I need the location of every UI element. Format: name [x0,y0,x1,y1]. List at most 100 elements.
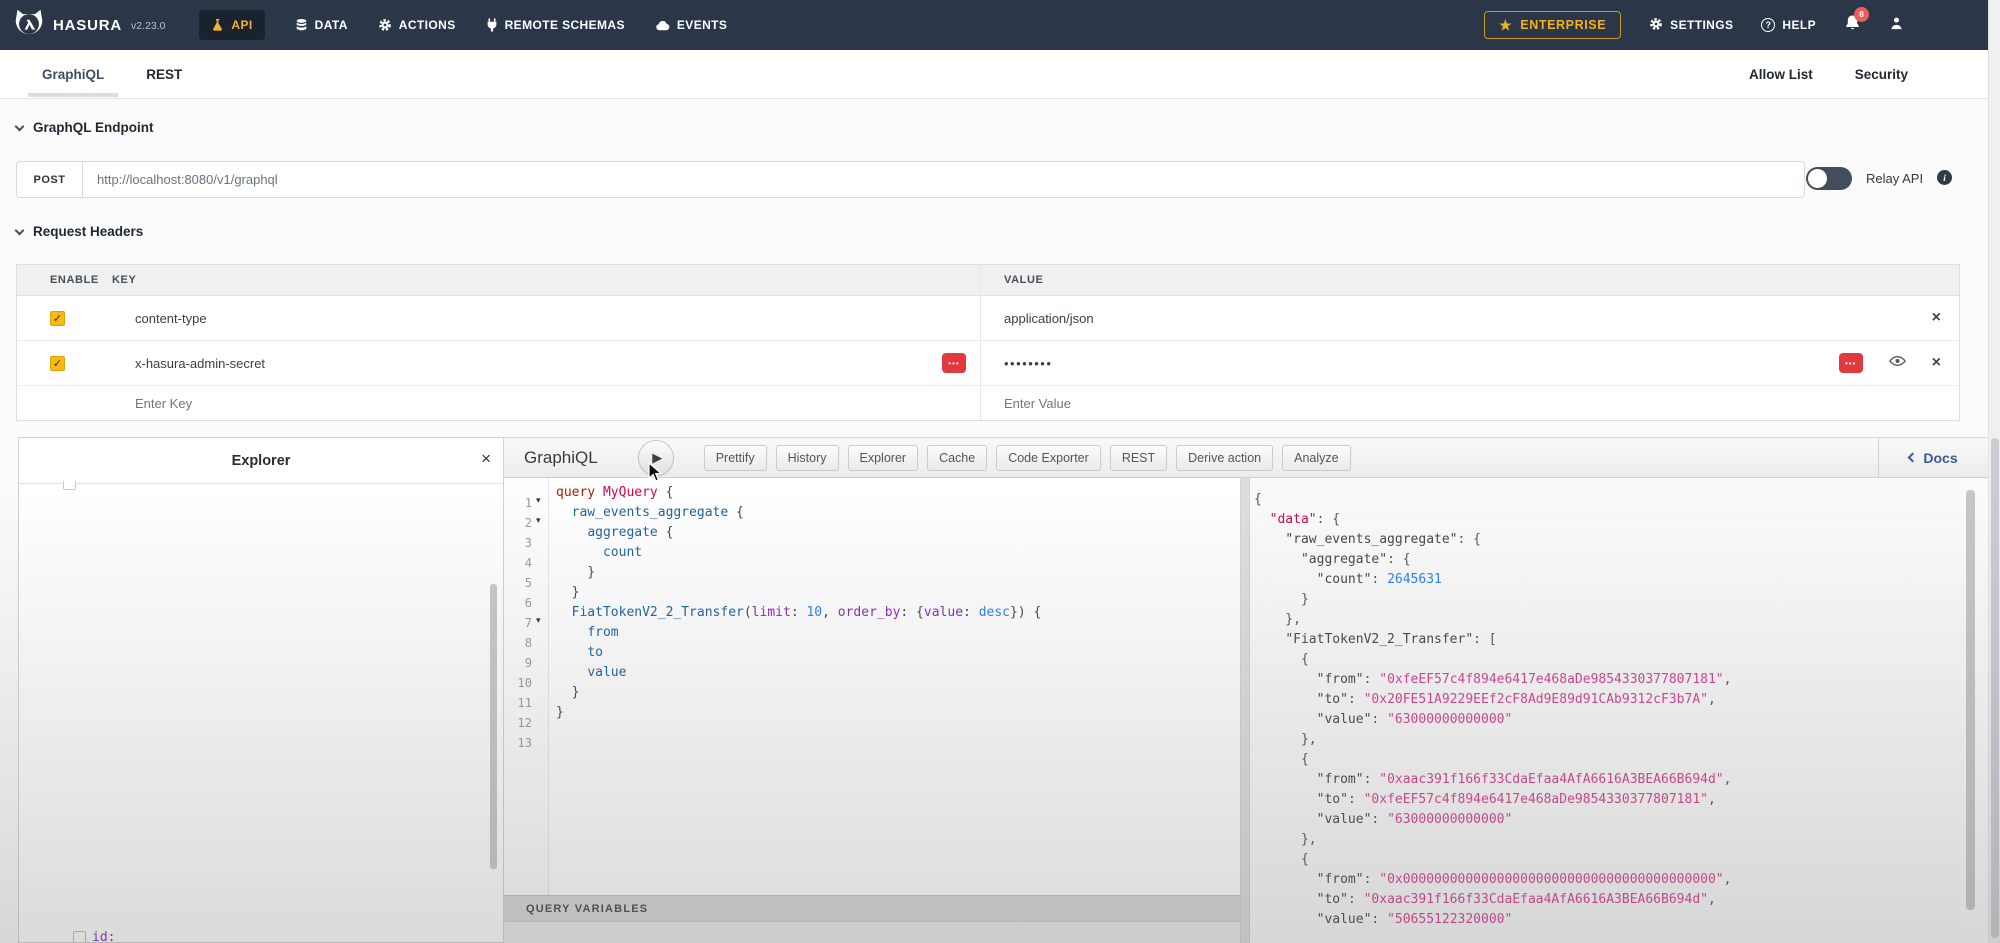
explorer-scrollbar[interactable] [490,584,497,869]
graphql-endpoint-section-header[interactable]: GraphQL Endpoint [16,120,154,135]
response-line: "count": 2645631 [1254,570,1442,590]
request-headers-section-header[interactable]: Request Headers [16,224,143,239]
toolbar-button-rest[interactable]: REST [1110,445,1167,471]
query-line: } [556,563,595,583]
code-token: value [587,665,626,680]
header-value[interactable]: application/json [1004,311,1094,326]
new-header-key-input[interactable] [112,396,633,411]
gutter-line: 5 [504,573,549,593]
tab-allow-list[interactable]: Allow List [1749,67,1813,82]
new-header-value-input[interactable] [1004,396,1577,411]
code-token [556,525,587,540]
user-menu-button[interactable] [1889,16,1904,34]
header-value[interactable]: •••••••• [1004,356,1052,371]
response-scrollbar[interactable] [1966,490,1975,910]
query-line: } [556,583,579,603]
toolbar-button-derive-action[interactable]: Derive action [1176,445,1273,471]
toolbar-button-analyze[interactable]: Analyze [1282,445,1350,471]
endpoint-url-input[interactable] [82,161,1805,198]
nav-item-label: REMOTE SCHEMAS [505,18,625,32]
json-token: , [1724,672,1732,687]
query-variables-editor[interactable] [504,922,1240,943]
tab-rest[interactable]: REST [144,52,184,97]
enterprise-label: ENTERPRISE [1520,18,1606,32]
json-token: { [1254,752,1309,767]
code-token: value [924,605,963,620]
active-tab-underline [28,93,118,97]
toolbar-button-prettify[interactable]: Prettify [704,445,767,471]
toolbar-button-cache[interactable]: Cache [927,445,987,471]
help-button[interactable]: ? HELP [1761,18,1816,32]
reveal-secret-eye-icon[interactable] [1889,354,1906,372]
cloud-icon [655,20,670,31]
editor-response-divider[interactable] [1240,478,1250,943]
fold-arrow-icon[interactable]: ▾ [536,515,541,526]
nav-item-actions[interactable]: ACTIONS [378,18,456,32]
header-enabled-checkbox[interactable]: ✓ [50,356,65,371]
code-token: count [603,545,642,560]
header-key[interactable]: content-type [112,311,207,326]
header-enabled-checkbox[interactable]: ✓ [50,311,65,326]
nav-item-events[interactable]: EVENTS [655,18,727,32]
json-token: "value" [1317,912,1372,927]
explorer-checkbox[interactable] [73,931,86,943]
json-token: , [1724,872,1732,887]
explorer-row-id[interactable]: id: [73,926,115,943]
json-token: : [1371,912,1387,927]
toolbar-button-history[interactable]: History [776,445,839,471]
response-line: "from": "0xfeEF57c4f894e6417e468aDe98543… [1254,670,1731,690]
enterprise-button[interactable]: ★ ENTERPRISE [1484,11,1621,39]
nav-item-data[interactable]: DATA [295,18,348,32]
settings-button[interactable]: SETTINGS [1649,17,1733,34]
nav-item-label: API [231,18,252,32]
nav-item-api[interactable]: API [199,10,264,40]
execute-query-button[interactable]: ▶ [638,440,674,476]
value-cell: •••••••• [980,356,1959,371]
remove-header-icon[interactable]: × [1932,310,1941,326]
json-token: "63000000000000" [1387,812,1512,827]
header-key[interactable]: x-hasura-admin-secret [112,356,265,371]
json-token: : [1348,892,1364,907]
response-line: { [1254,750,1309,770]
secret-badge: ••• [1839,353,1863,373]
fold-arrow-icon[interactable]: ▾ [536,615,541,626]
json-token [1254,792,1317,807]
secret-badge: ••• [942,353,966,373]
explorer-title: Explorer [232,453,291,469]
json-token: { [1254,652,1309,667]
json-token [1254,892,1317,907]
toolbar-button-code-exporter[interactable]: Code Exporter [996,445,1101,471]
json-token [1254,572,1317,587]
fold-arrow-icon[interactable]: ▾ [536,495,541,506]
query-editor[interactable]: query MyQuery { raw_events_aggregate { a… [556,478,1236,895]
column-value: VALUE [980,274,1959,286]
json-token [1254,912,1317,927]
code-token: } [556,685,579,700]
code-token: query [556,485,595,500]
column-key: KEY [112,274,980,286]
docs-button[interactable]: Docs [1878,438,1988,477]
json-token [1254,552,1301,567]
query-line: } [556,683,579,703]
browser-scrollbar-thumb[interactable] [1991,438,1999,938]
gutter-line: 13 [504,733,549,753]
line-number: 4 [504,556,532,570]
toolbar-button-explorer[interactable]: Explorer [848,445,919,471]
info-icon[interactable]: i [1937,170,1952,185]
json-token: : [1364,772,1380,787]
remove-header-icon[interactable]: × [1932,355,1941,371]
notification-badge: 8 [1854,7,1869,22]
nav-item-remote-schemas[interactable]: REMOTE SCHEMAS [486,18,625,32]
gutter-line: 1▾ [504,493,549,513]
notifications-button[interactable]: 8 [1844,14,1861,37]
query-variables-bar[interactable]: QUERY VARIABLES [504,895,1240,922]
browser-scrollbar[interactable] [1988,0,2000,943]
tab-graphiql[interactable]: GraphiQL [40,52,106,97]
gutter-line: 12 [504,713,549,733]
query-line: to [556,643,603,663]
close-icon[interactable]: × [481,450,491,467]
code-token [556,605,572,620]
relay-api-toggle[interactable] [1806,167,1852,190]
tab-security[interactable]: Security [1855,67,1908,82]
hasura-logo-group[interactable]: HASURA v2.23.0 [14,8,165,43]
